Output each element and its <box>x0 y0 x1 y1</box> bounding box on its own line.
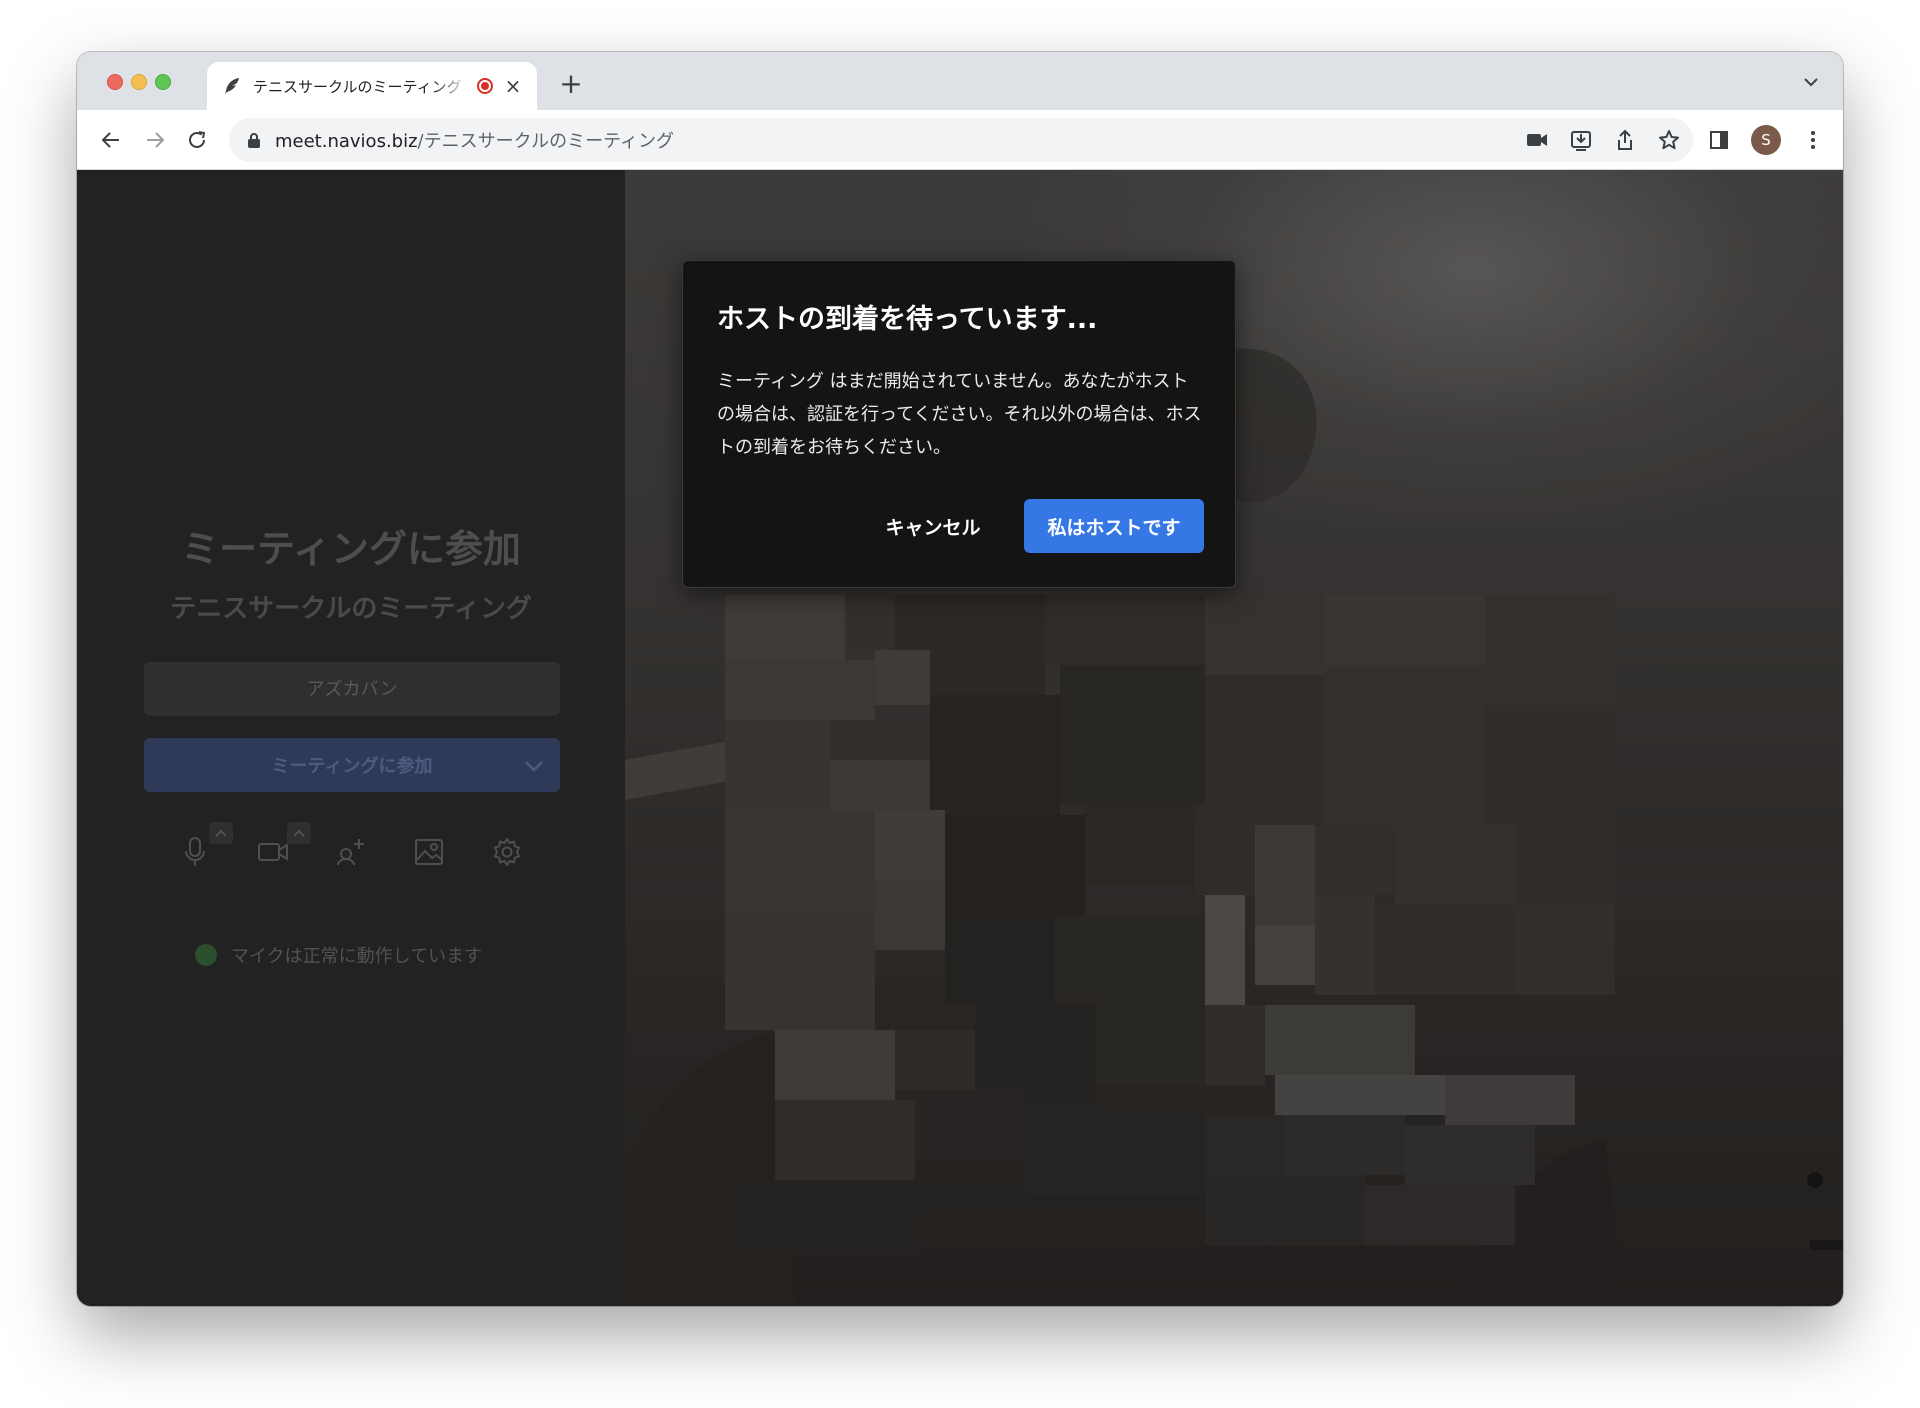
new-tab-button[interactable]: + <box>555 68 587 100</box>
share-icon[interactable] <box>1613 128 1637 152</box>
recording-icon <box>477 78 493 94</box>
invite-icon[interactable] <box>331 832 371 872</box>
dialog-title: ホストの到着を待っています... <box>717 304 1098 335</box>
i-am-host-button[interactable]: 私はホストです <box>1024 499 1204 553</box>
settings-icon[interactable] <box>487 832 527 872</box>
join-panel: ミーティングに参加 テニスサークルのミーティング ミーティングに参加 <box>77 170 625 1306</box>
more-menu-icon[interactable] <box>1799 124 1827 156</box>
tab-meeting[interactable]: テニスサークルのミーティング × <box>207 62 537 110</box>
join-meeting-button-label: ミーティングに参加 <box>271 756 433 777</box>
browser-window: テニスサークルのミーティング × + meet.navios.biz/テニスサー… <box>77 52 1843 1306</box>
mic-status: マイクは正常に動作しています <box>195 942 482 968</box>
mic-status-text: マイクは正常に動作しています <box>231 946 483 967</box>
url-domain: meet.navios.biz <box>275 131 418 152</box>
close-window-button[interactable] <box>107 74 123 90</box>
waiting-for-host-dialog: ホストの到着を待っています... ミーティング はまだ開始されていません。あなた… <box>682 260 1236 588</box>
chevron-down-icon[interactable] <box>522 754 546 778</box>
url-path: /テニスサークルのミーティング <box>417 131 674 152</box>
background-icon[interactable] <box>409 832 449 872</box>
bookmark-star-icon[interactable] <box>1657 128 1681 152</box>
display-name-input[interactable] <box>144 662 560 716</box>
feather-icon <box>221 75 243 97</box>
camera-options-chevron-up-icon[interactable] <box>287 822 311 844</box>
join-meeting-button[interactable]: ミーティングに参加 <box>144 738 560 792</box>
minimize-window-button[interactable] <box>131 74 147 90</box>
forward-arrow-icon[interactable] <box>141 126 169 154</box>
cancel-button[interactable]: キャンセル <box>863 499 1003 553</box>
maximize-window-button[interactable] <box>155 74 171 90</box>
mic-options-chevron-up-icon[interactable] <box>209 822 233 844</box>
tab-search-chevron-icon[interactable] <box>1799 70 1823 94</box>
tab-strip: テニスサークルのミーティング × + <box>77 52 1843 110</box>
tab-close-button[interactable]: × <box>503 76 523 96</box>
media-controls <box>77 822 625 882</box>
address-bar[interactable]: meet.navios.biz/テニスサークルのミーティング <box>229 118 1693 162</box>
dialog-message: ミーティング はまだ開始されていません。あなたがホストの場合は、認証を行ってくだ… <box>717 371 1202 458</box>
lock-icon[interactable] <box>245 131 263 149</box>
join-title: ミーティングに参加 <box>181 527 521 571</box>
mic-status-indicator <box>195 944 217 966</box>
back-arrow-icon[interactable] <box>97 126 125 154</box>
install-app-icon[interactable] <box>1569 128 1593 152</box>
reload-icon[interactable] <box>183 126 211 154</box>
tab-title: テニスサークルのミーティング <box>253 77 462 96</box>
url-text: meet.navios.biz/テニスサークルのミーティング <box>275 127 674 153</box>
profile-avatar[interactable]: S <box>1751 125 1781 155</box>
side-panel-icon[interactable] <box>1705 124 1733 156</box>
camera-in-use-icon[interactable] <box>1525 128 1549 152</box>
meeting-name: テニスサークルのミーティング <box>170 594 532 624</box>
browser-toolbar: meet.navios.biz/テニスサークルのミーティング S <box>77 110 1843 170</box>
page-content: ミーティングに参加 テニスサークルのミーティング ミーティングに参加 <box>77 170 1843 1306</box>
